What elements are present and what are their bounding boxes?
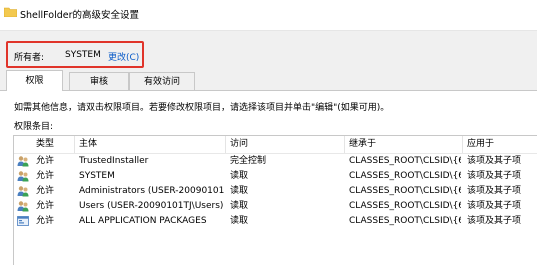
tab-auditing[interactable]: 审核 — [69, 72, 129, 90]
row-principal: SYSTEM — [79, 171, 115, 181]
row-applies-to: 该项及其子项 — [467, 201, 522, 211]
row-access: 读取 — [230, 216, 249, 226]
table-row[interactable]: 允许 ALL APPLICATION PACKAGES 读取 CLASSES_R… — [14, 214, 537, 229]
app-packages-icon — [17, 216, 29, 226]
row-applies-to: 该项及其子项 — [467, 156, 522, 166]
row-access: 完全控制 — [230, 156, 267, 166]
title-bar: ShellFolder的高级安全设置 — [0, 0, 537, 31]
row-inherited-from: CLASSES_ROOT\CLSID\{6... — [349, 156, 461, 166]
table-header: 类型 主体 访问 继承于 应用于 — [14, 136, 537, 154]
users-group-icon — [17, 156, 29, 167]
row-type: 允许 — [36, 216, 55, 226]
col-header-access[interactable]: 访问 — [226, 136, 345, 153]
row-principal: ALL APPLICATION PACKAGES — [79, 216, 207, 226]
permissions-table[interactable]: 类型 主体 访问 继承于 应用于 允许 TrustedInstaller 完全控… — [13, 135, 537, 265]
owner-label: 所有者: — [14, 53, 45, 63]
owner-value: SYSTEM — [65, 50, 101, 60]
row-access: 读取 — [230, 186, 249, 196]
row-principal: TrustedInstaller — [79, 156, 149, 166]
col-header-principal[interactable]: 主体 — [75, 136, 226, 153]
row-access: 读取 — [230, 171, 249, 181]
window-title: ShellFolder的高级安全设置 — [20, 10, 140, 21]
row-principal: Users (USER-20090101TJ\Users) — [79, 201, 224, 211]
row-type: 允许 — [36, 201, 55, 211]
table-row[interactable]: 允许 SYSTEM 读取 CLASSES_ROOT\CLSID\{6... 该项… — [14, 169, 537, 184]
permission-entries-label: 权限条目: — [14, 122, 54, 132]
table-row[interactable]: 允许 TrustedInstaller 完全控制 CLASSES_ROOT\CL… — [14, 154, 537, 169]
col-header-type[interactable]: 类型 — [14, 136, 75, 153]
table-row[interactable]: 允许 Users (USER-20090101TJ\Users) 读取 CLAS… — [14, 199, 537, 214]
row-inherited-from: CLASSES_ROOT\CLSID\{6... — [349, 186, 461, 196]
row-inherited-from: CLASSES_ROOT\CLSID\{6... — [349, 171, 461, 181]
users-group-icon — [17, 171, 29, 182]
row-type: 允许 — [36, 156, 55, 166]
row-principal: Administrators (USER-20090101... — [79, 186, 224, 196]
col-header-inherited-from[interactable]: 继承于 — [345, 136, 463, 153]
change-owner-link[interactable]: 更改(C) — [108, 50, 139, 63]
tab-permissions[interactable]: 权限 — [6, 70, 63, 91]
row-inherited-from: CLASSES_ROOT\CLSID\{6... — [349, 201, 461, 211]
row-applies-to: 该项及其子项 — [467, 171, 522, 181]
row-inherited-from: CLASSES_ROOT\CLSID\{6... — [349, 216, 461, 226]
folder-icon — [4, 7, 17, 17]
col-header-applies-to[interactable]: 应用于 — [463, 136, 537, 153]
table-row[interactable]: 允许 Administrators (USER-20090101... 读取 C… — [14, 184, 537, 199]
users-group-icon — [17, 201, 29, 212]
row-type: 允许 — [36, 171, 55, 181]
tab-effective-access[interactable]: 有效访问 — [129, 72, 195, 90]
permissions-hint: 如需其他信息，请双击权限项目。若要修改权限项目，请选择该项目并单击"编辑"(如果… — [14, 103, 390, 113]
row-access: 读取 — [230, 201, 249, 211]
row-applies-to: 该项及其子项 — [467, 186, 522, 196]
row-type: 允许 — [36, 186, 55, 196]
users-group-icon — [17, 186, 29, 197]
row-applies-to: 该项及其子项 — [467, 216, 522, 226]
